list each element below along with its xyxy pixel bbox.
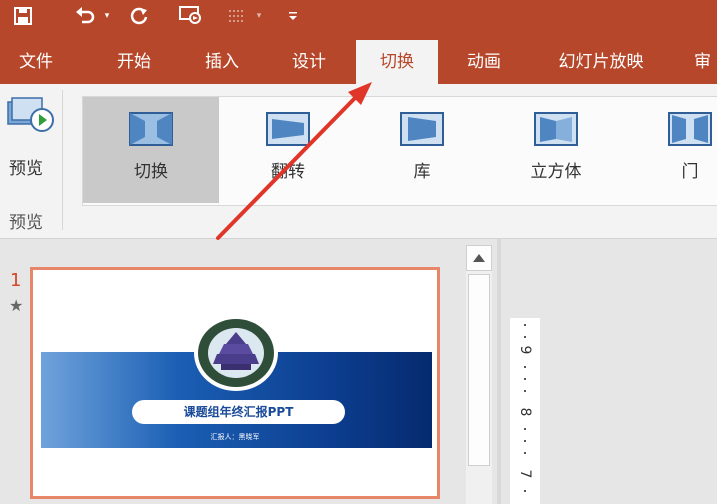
title-bar: ▾ ▾ (0, 0, 717, 40)
transition-label: 立方体 (530, 162, 582, 182)
ruler-tick (524, 428, 526, 430)
tab-home[interactable]: 开始 (96, 40, 172, 84)
transition-item-flip[interactable]: 翻转 (233, 97, 343, 203)
tab-transitions[interactable]: 切换 (356, 40, 438, 84)
redo-icon[interactable] (124, 0, 154, 32)
save-icon[interactable] (6, 0, 40, 32)
ruler-tick (524, 336, 526, 338)
preview-button-label: 预览 (9, 159, 43, 179)
tab-insert[interactable]: 插入 (184, 40, 260, 84)
preview-icon (6, 96, 54, 136)
ruler-tick (524, 490, 526, 492)
scroll-up-button[interactable] (466, 245, 492, 271)
ruler-tick (524, 390, 526, 392)
ribbon-panel: 预览 预览 切换 翻转 库 立方体 门 (0, 84, 717, 239)
transition-item-gallery[interactable]: 库 (367, 97, 477, 203)
scroll-up-arrow-icon (473, 254, 485, 262)
tab-file[interactable]: 文件 (0, 40, 72, 84)
transition-item-cube[interactable]: 立方体 (501, 97, 611, 203)
transition-item-door[interactable]: 门 (635, 97, 717, 203)
scrollbar-thumb[interactable] (468, 274, 490, 466)
preview-button[interactable]: 预览 (0, 90, 60, 190)
ruler-tick (524, 440, 526, 442)
slide-title: 课题组年终汇报PPT (132, 400, 345, 424)
transition-door-icon (668, 109, 712, 149)
ruler-tick (524, 378, 526, 380)
transition-label: 切换 (134, 162, 168, 182)
slide-thumbnail[interactable]: 课题组年终汇报PPT 汇报人：黑晓军 (30, 267, 440, 499)
animation-marker-icon: ★ (9, 296, 24, 315)
preview-group: 预览 预览 (0, 84, 62, 238)
ruler-label: 8 (517, 407, 533, 417)
preview-group-label: 预览 (9, 213, 43, 233)
undo-dropdown-icon[interactable]: ▾ (100, 0, 114, 32)
ruler-tick (524, 452, 526, 454)
format-dropdown-icon[interactable]: ▾ (252, 0, 266, 32)
transition-cut-icon (129, 109, 173, 149)
present-from-start-icon[interactable] (172, 0, 208, 32)
transition-gallery-icon (400, 109, 444, 149)
ruler-label: 9 (517, 345, 533, 355)
format-icon[interactable] (224, 0, 250, 32)
transition-cube-icon (534, 109, 578, 149)
vertical-ruler: 9 8 7 (510, 318, 540, 504)
tab-review[interactable]: 审 (688, 40, 717, 84)
transition-label: 门 (681, 162, 699, 182)
customize-toolbar-icon[interactable] (284, 0, 302, 32)
ruler-tick (524, 366, 526, 368)
tab-animations[interactable]: 动画 (446, 40, 522, 84)
transition-label: 翻转 (271, 162, 305, 182)
transition-gallery: 切换 翻转 库 立方体 门 (82, 96, 717, 206)
university-emblem (193, 314, 279, 392)
tab-slideshow[interactable]: 幻灯片放映 (536, 40, 666, 84)
group-separator (62, 90, 63, 230)
slide-number: 1 (10, 270, 22, 291)
transition-label: 库 (413, 162, 431, 182)
ribbon-tab-bar: 文件 开始 插入 设计 切换 动画 幻灯片放映 审 (0, 40, 717, 84)
transition-flip-icon (266, 109, 310, 149)
slide-subtitle: 汇报人：黑晓军 (210, 433, 260, 441)
tab-design[interactable]: 设计 (270, 40, 348, 84)
undo-icon[interactable] (70, 0, 100, 32)
ruler-tick (524, 324, 526, 326)
transition-item-cut[interactable]: 切换 (83, 97, 219, 203)
ruler-label: 7 (517, 469, 533, 479)
